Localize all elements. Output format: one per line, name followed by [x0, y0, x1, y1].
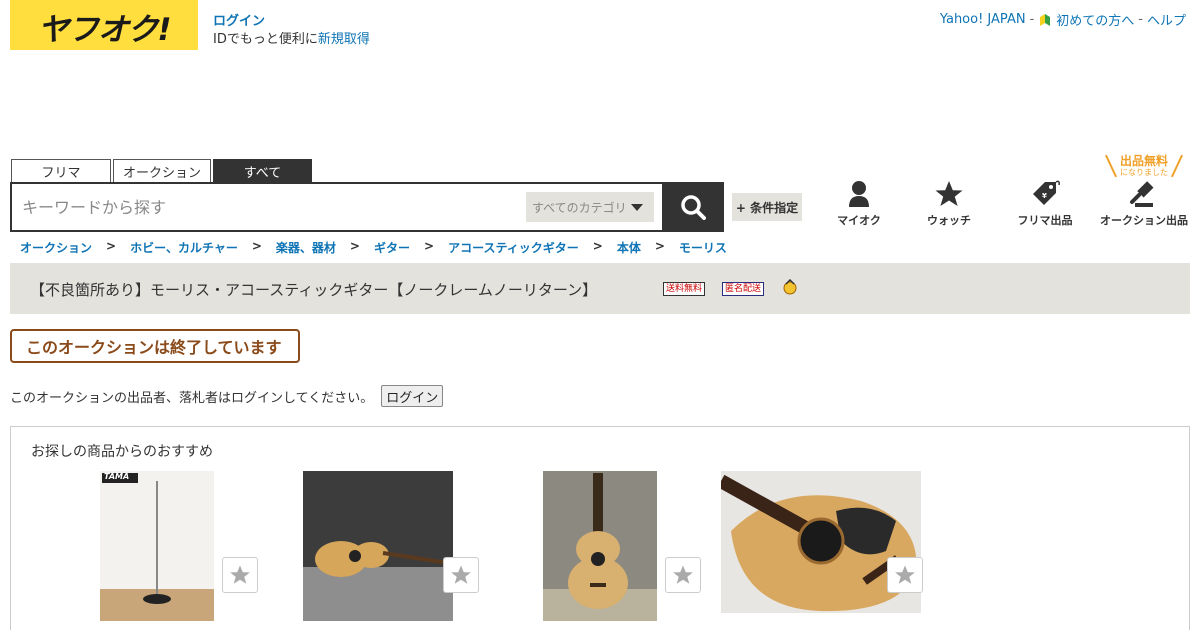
watch-button[interactable] — [443, 557, 479, 593]
breadcrumb-separator: > — [592, 239, 603, 253]
free-shipping-badge: 送料無料 — [663, 282, 706, 296]
recommendation-title: お探しの商品からのおすすめ — [31, 444, 213, 460]
my-auction-link[interactable]: マイオク — [814, 180, 904, 228]
first-time-link[interactable]: 初めての方へ — [1056, 10, 1134, 29]
watch-button[interactable] — [222, 557, 258, 593]
star-icon — [451, 565, 471, 584]
search-button[interactable] — [662, 182, 724, 232]
recommendation-panel: お探しの商品からのおすすめ TAMA — [10, 426, 1190, 630]
mic-stand-image — [100, 471, 214, 621]
signup-link[interactable]: 新規取得 — [318, 32, 370, 47]
condition-button[interactable]: + 条件指定 — [732, 193, 802, 221]
separator: - — [1029, 12, 1035, 27]
yahuoku-logo[interactable]: ヤフオク! — [10, 0, 198, 50]
breadcrumb-separator: > — [424, 239, 435, 253]
id-prefix-text: IDでもっと便利に — [213, 32, 318, 47]
breadcrumb-item[interactable]: 本体 — [617, 239, 641, 256]
header-login-link[interactable]: ログイン — [213, 10, 265, 29]
star-icon — [895, 565, 915, 584]
breadcrumb-item[interactable]: ギター — [374, 239, 410, 256]
guitar-floor-image — [303, 471, 453, 621]
breadcrumb-separator: > — [654, 239, 665, 253]
price-tag-icon: ¥ — [1033, 180, 1060, 205]
watch-button[interactable] — [887, 557, 923, 593]
guitar-upright-image — [543, 471, 657, 621]
new-arrival-icon — [783, 279, 797, 295]
user-icon — [849, 181, 869, 207]
category-select-label: すべてのカテゴリ — [532, 200, 627, 215]
login-button[interactable]: ログイン — [381, 385, 444, 407]
anonymous-shipping-badge: 匿名配送 — [722, 282, 765, 296]
breadcrumb-separator: > — [349, 239, 360, 253]
breadcrumb-separator: > — [106, 239, 117, 253]
breadcrumb-separator: > — [251, 239, 262, 253]
star-icon — [935, 181, 963, 206]
star-icon — [230, 565, 250, 584]
recommend-item-image[interactable]: TAMA — [100, 471, 214, 621]
help-link[interactable]: ヘルプ — [1147, 10, 1186, 29]
auction-listing-label: オークション出品 — [1100, 214, 1188, 227]
watch-label: ウォッチ — [927, 214, 971, 227]
item-title-bar: 【不良箇所あり】モーリス・アコースティックギター【ノークレームノーリターン】 送… — [10, 263, 1190, 314]
watch-button[interactable] — [665, 557, 701, 593]
beginner-mark-icon — [1040, 13, 1051, 26]
auction-ended-notice: このオークションは終了しています — [10, 329, 300, 363]
login-note-text: このオークションの出品者、落札者はログインしてください。 — [10, 390, 374, 406]
tab-auction[interactable]: オークション — [113, 159, 211, 183]
recommend-item-image[interactable] — [543, 471, 657, 621]
item-title: 【不良箇所あり】モーリス・アコースティックギター【ノークレームノーリターン】 — [30, 281, 598, 299]
breadcrumb-item[interactable]: 楽器、器材 — [276, 239, 336, 256]
breadcrumb: オークション > ホビー、カルチャー > 楽器、器材 > ギター > アコーステ… — [20, 239, 727, 256]
breadcrumb-item[interactable]: モーリス — [679, 239, 727, 256]
search-box: すべてのカテゴリ — [10, 182, 664, 232]
star-icon — [673, 565, 693, 584]
gavel-icon — [1130, 181, 1154, 207]
separator: - — [1138, 12, 1143, 27]
flea-listing-link[interactable]: ¥ フリマ出品 — [1000, 180, 1090, 228]
recommend-item-image[interactable] — [303, 471, 453, 621]
category-select[interactable]: すべてのカテゴリ — [526, 192, 654, 222]
tama-logo-text: TAMA — [104, 472, 130, 481]
breadcrumb-item[interactable]: アコースティックギター — [448, 239, 579, 256]
breadcrumb-item[interactable]: オークション — [20, 239, 92, 256]
my-auction-label: マイオク — [837, 214, 881, 227]
tab-all[interactable]: すべて — [213, 159, 312, 183]
breadcrumb-item[interactable]: ホビー、カルチャー — [130, 239, 238, 256]
id-signup-line: IDでもっと便利に新規取得 — [213, 28, 370, 47]
login-note: このオークションの出品者、落札者はログインしてください。 ログイン — [10, 385, 444, 407]
auction-listing-link[interactable]: オークション出品 — [1099, 180, 1189, 228]
search-input[interactable] — [22, 192, 522, 222]
logo-text: ヤフオク! — [38, 12, 172, 48]
yahoo-japan-link[interactable]: Yahoo! JAPAN — [940, 12, 1026, 27]
search-tabs: フリマ オークション すべて — [11, 159, 314, 183]
dropdown-arrow-icon — [630, 203, 643, 211]
tab-flea[interactable]: フリマ — [11, 159, 111, 183]
flea-listing-label: フリマ出品 — [1017, 214, 1073, 227]
top-right-links: Yahoo! JAPAN - 初めての方へ - ヘルプ — [940, 10, 1186, 29]
svg-text:¥: ¥ — [1042, 192, 1047, 200]
search-icon — [681, 195, 706, 220]
free-listing-badge: 出品無料 になりました — [1104, 152, 1184, 178]
watch-link[interactable]: ウォッチ — [904, 180, 994, 228]
